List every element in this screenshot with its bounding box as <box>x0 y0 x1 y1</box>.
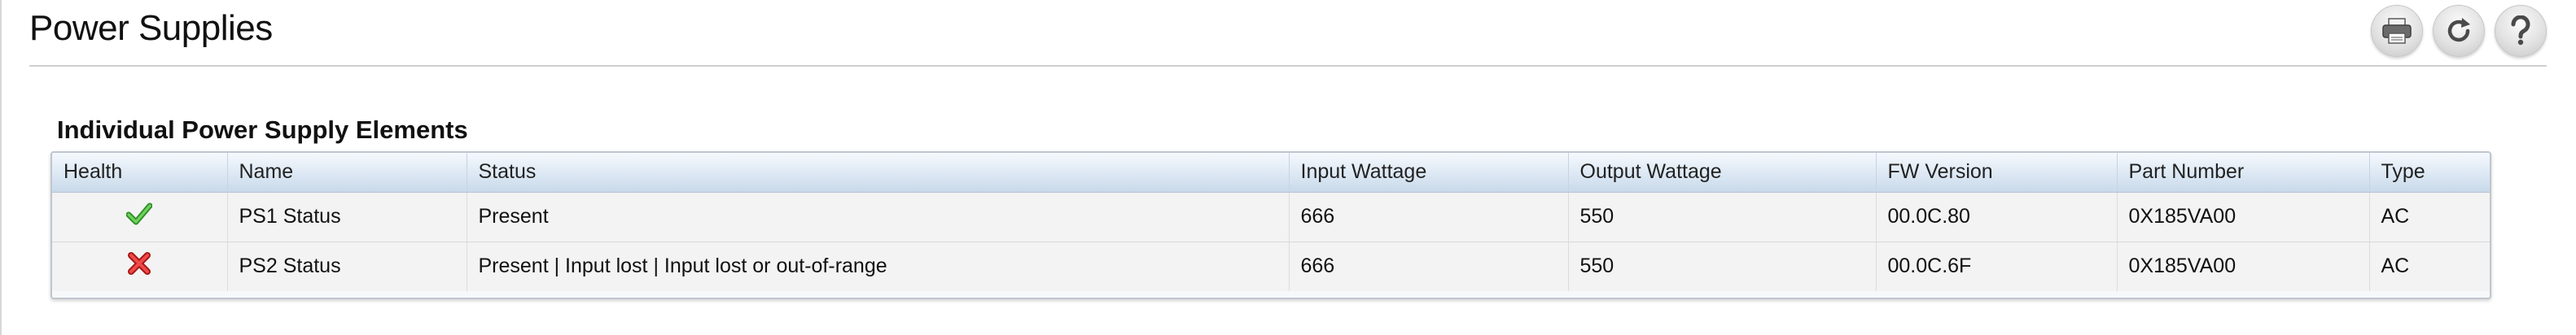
cell-type: AC <box>2381 205 2410 228</box>
cell-output-wattage: 550 <box>1568 241 1877 291</box>
x-mark-icon <box>127 251 151 281</box>
power-supply-table: Health Name Status Input Wattage Output … <box>52 153 2490 291</box>
column-header-part-number[interactable]: Part Number <box>2117 153 2370 193</box>
help-button[interactable] <box>2495 5 2547 57</box>
print-icon <box>2381 17 2412 45</box>
refresh-icon <box>2444 16 2473 46</box>
health-cell <box>52 241 228 291</box>
column-header-type[interactable]: Type <box>2369 153 2490 193</box>
cell-fw-version: 00.0C.6F <box>1876 241 2118 291</box>
power-supply-grid: Health Name Status Input Wattage Output … <box>50 151 2491 299</box>
left-border <box>0 0 2 335</box>
section-title: Individual Power Supply Elements <box>57 115 468 144</box>
page-title: Power Supplies <box>29 8 273 48</box>
health-cell <box>52 192 228 241</box>
cell-input-wattage: 666 <box>1289 192 1569 241</box>
column-header-output-wattage[interactable]: Output Wattage <box>1568 153 1877 193</box>
table-row[interactable]: PS2 Status Present | Input lost | Input … <box>52 241 2490 291</box>
column-header-status[interactable]: Status <box>467 153 1290 193</box>
refresh-button[interactable] <box>2433 5 2485 57</box>
toolbar <box>2371 5 2547 57</box>
column-header-name[interactable]: Name <box>227 153 467 193</box>
column-header-fw-version[interactable]: FW Version <box>1876 153 2118 193</box>
cell-name: PS2 Status <box>227 241 467 291</box>
cell-name: PS1 Status <box>227 192 467 241</box>
cell-status: Present | Input lost | Input lost or out… <box>467 241 1290 291</box>
cell-output-wattage: 550 <box>1568 192 1877 241</box>
cell-fw-version: 00.0C.80 <box>1876 192 2118 241</box>
cell-type: AC <box>2381 255 2410 278</box>
table-row[interactable]: PS1 Status Present 666 550 00.0C.80 0X18… <box>52 192 2490 241</box>
help-icon <box>2508 15 2533 46</box>
table-header-row: Health Name Status Input Wattage Output … <box>52 153 2490 193</box>
checkmark-icon <box>125 202 153 231</box>
print-button[interactable] <box>2371 5 2423 57</box>
column-header-health[interactable]: Health <box>52 153 228 193</box>
header-divider <box>29 65 2547 67</box>
cell-status: Present <box>467 192 1290 241</box>
cell-input-wattage: 666 <box>1289 241 1569 291</box>
cell-part-number: 0X185VA00 <box>2117 192 2370 241</box>
column-header-input-wattage[interactable]: Input Wattage <box>1289 153 1569 193</box>
page: Power Supplies Individual Power Supply E… <box>0 0 2576 335</box>
cell-part-number: 0X185VA00 <box>2117 241 2370 291</box>
